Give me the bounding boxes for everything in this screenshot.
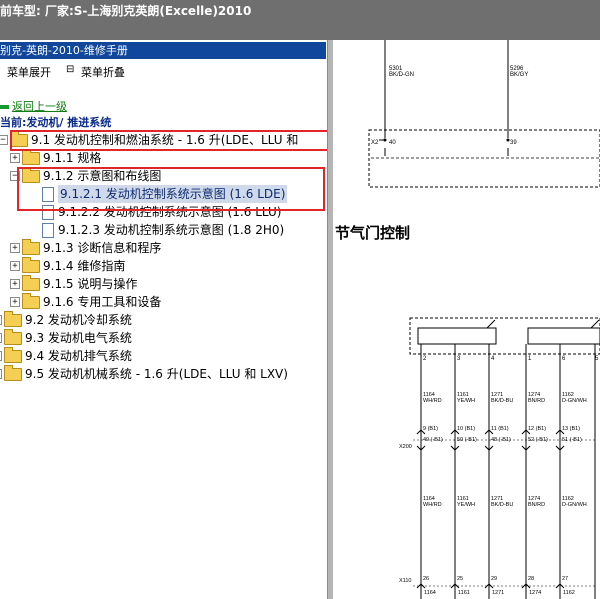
- wire-row3: 1164 1161 1271 1274 1162: [424, 590, 575, 596]
- folder-icon: [4, 365, 22, 381]
- expand-icon[interactable]: +: [0, 351, 2, 361]
- collapse-menu-button[interactable]: 菜单折叠: [81, 64, 125, 80]
- svg-text:BN/RD: BN/RD: [528, 398, 545, 404]
- tree-item-label: 9.5 发动机机械系统 - 1.6 升(LDE、LLU 和 LXV): [25, 367, 288, 381]
- svg-text:BK/D-BU: BK/D-BU: [491, 502, 513, 508]
- pin-label: 6: [562, 356, 566, 362]
- svg-text:10 (B1): 10 (B1): [457, 426, 475, 432]
- folder-icon: [22, 149, 40, 165]
- pin-label: 5: [595, 356, 599, 362]
- tree-item-9-2[interactable]: + 9.2 发动机冷却系统: [0, 311, 322, 329]
- folder-icon: [4, 347, 22, 363]
- svg-text:13 (B1): 13 (B1): [562, 426, 580, 432]
- folder-icon: [22, 293, 40, 309]
- manual-header: 别克-英朗-2010-维修手册: [0, 42, 326, 59]
- top-connector-pin-2: 39: [510, 140, 517, 146]
- current-path-text: 当前:发动机/ 推进系统: [0, 116, 112, 129]
- svg-text:BN/RD: BN/RD: [528, 502, 545, 508]
- throttle-wiring-diagram: 2 3 4 1 6 5 1164 WH/RD 1161 YE/WH 1271 B…: [399, 317, 600, 599]
- pin-label: 4: [491, 356, 495, 362]
- svg-text:25: 25: [457, 576, 463, 582]
- tree-item-9-1-6[interactable]: + 9.1.6 专用工具和设备: [10, 293, 310, 311]
- expand-icon[interactable]: +: [10, 297, 20, 307]
- top-wire-color-1: BK/D-GN: [389, 72, 414, 78]
- expand-icon[interactable]: +: [10, 243, 20, 253]
- folder-icon: [22, 239, 40, 255]
- folder-icon: [22, 257, 40, 273]
- svg-text:YE/WH: YE/WH: [457, 502, 475, 508]
- svg-text:27: 27: [562, 576, 568, 582]
- collapse-icon: ⊟: [66, 64, 75, 75]
- title-bar: 前车型: 厂家:S-上海别克英朗(Excelle)2010: [0, 0, 600, 40]
- tree-item-9-1-5[interactable]: + 9.1.5 说明与操作: [10, 275, 310, 293]
- tree-item-label: 9.4 发动机排气系统: [25, 349, 132, 363]
- svg-text:WH/RD: WH/RD: [423, 502, 442, 508]
- top-connector-pin-1: 40: [389, 140, 396, 146]
- highlight-box-9-1: [10, 130, 327, 151]
- x110-label: X110: [399, 578, 411, 584]
- svg-text:BK/D-BU: BK/D-BU: [491, 398, 513, 404]
- expand-icon[interactable]: +: [10, 153, 20, 163]
- svg-text:9 (B1): 9 (B1): [423, 426, 438, 432]
- expand-icon[interactable]: +: [10, 279, 20, 289]
- menu-toolbar: 菜单展开 ⊟ 菜单折叠: [0, 64, 326, 80]
- back-arrow-icon: [0, 105, 9, 109]
- svg-text:28: 28: [528, 576, 534, 582]
- window-title: 前车型: 厂家:S-上海别克英朗(Excelle)2010: [0, 4, 252, 18]
- folder-icon: [22, 275, 40, 291]
- svg-text:WH/RD: WH/RD: [423, 398, 442, 404]
- folder-icon: [4, 329, 22, 345]
- top-connector-label: X2: [371, 140, 379, 146]
- tree-item-label: 9.2 发动机冷却系统: [25, 313, 132, 327]
- tree-item-9-1-2-3[interactable]: 9.1.2.3 发动机控制系统示意图 (1.8 2H0): [38, 221, 323, 239]
- expand-icon[interactable]: +: [0, 315, 2, 325]
- svg-text:12 (B1): 12 (B1): [528, 426, 546, 432]
- svg-text:29: 29: [491, 576, 497, 582]
- expand-icon[interactable]: +: [10, 261, 20, 271]
- collapse-icon[interactable]: −: [0, 135, 8, 145]
- current-path: 当前:发动机/ 推进系统: [0, 114, 111, 130]
- tree-item-label: 9.1.2.3 发动机控制系统示意图 (1.8 2H0): [58, 223, 285, 237]
- top-wire-color-2: BK/GY: [510, 72, 528, 78]
- pin-label: 1: [528, 356, 532, 362]
- tree-item-9-1-3[interactable]: + 9.1.3 诊断信息和程序: [10, 239, 310, 257]
- back-link[interactable]: 返回上一级: [12, 100, 67, 113]
- diagram-panel: 5301 BK/D-GN 5296 BK/GY X2 40 39 节气门控制 2…: [333, 40, 600, 599]
- svg-text:YE/WH: YE/WH: [457, 398, 475, 404]
- folder-icon: [4, 311, 22, 327]
- document-icon: [42, 223, 54, 238]
- expand-menu-button[interactable]: 菜单展开: [7, 64, 51, 80]
- highlight-box-9-1-2: [17, 167, 325, 211]
- navigation-panel: 别克-英朗-2010-维修手册 菜单展开 ⊟ 菜单折叠 返回上一级 当前:发动机…: [0, 40, 327, 599]
- svg-text:D-GN/WH: D-GN/WH: [562, 398, 587, 404]
- tree-item-label: 9.1.4 维修指南: [43, 259, 126, 273]
- expand-icon[interactable]: +: [0, 333, 2, 343]
- pin-label: 3: [457, 356, 461, 362]
- tree-item-label: 9.1.3 诊断信息和程序: [43, 241, 162, 255]
- tree-item-9-4[interactable]: + 9.4 发动机排气系统: [0, 347, 322, 365]
- tree-item-label: 9.1.1 规格: [43, 151, 102, 165]
- expand-icon[interactable]: +: [0, 369, 2, 379]
- tree-item-label: 9.1.6 专用工具和设备: [43, 295, 162, 309]
- svg-text:26: 26: [423, 576, 429, 582]
- x200-label: X200: [399, 444, 412, 450]
- tree-item-9-1-1[interactable]: + 9.1.1 规格: [10, 149, 310, 167]
- back-row: 返回上一级: [0, 98, 67, 114]
- tree-item-label: 9.1.5 说明与操作: [43, 277, 138, 291]
- tree-item-9-1-4[interactable]: + 9.1.4 维修指南: [10, 257, 310, 275]
- tree-item-9-3[interactable]: + 9.3 发动机电气系统: [0, 329, 322, 347]
- section-title: 节气门控制: [335, 224, 411, 242]
- tree-item-label: 9.3 发动机电气系统: [25, 331, 132, 345]
- svg-text:D-GN/WH: D-GN/WH: [562, 502, 587, 508]
- tree-item-9-5[interactable]: + 9.5 发动机机械系统 - 1.6 升(LDE、LLU 和 LXV): [0, 365, 327, 383]
- svg-text:11 (B1): 11 (B1): [491, 426, 509, 432]
- pin-label: 2: [423, 356, 427, 362]
